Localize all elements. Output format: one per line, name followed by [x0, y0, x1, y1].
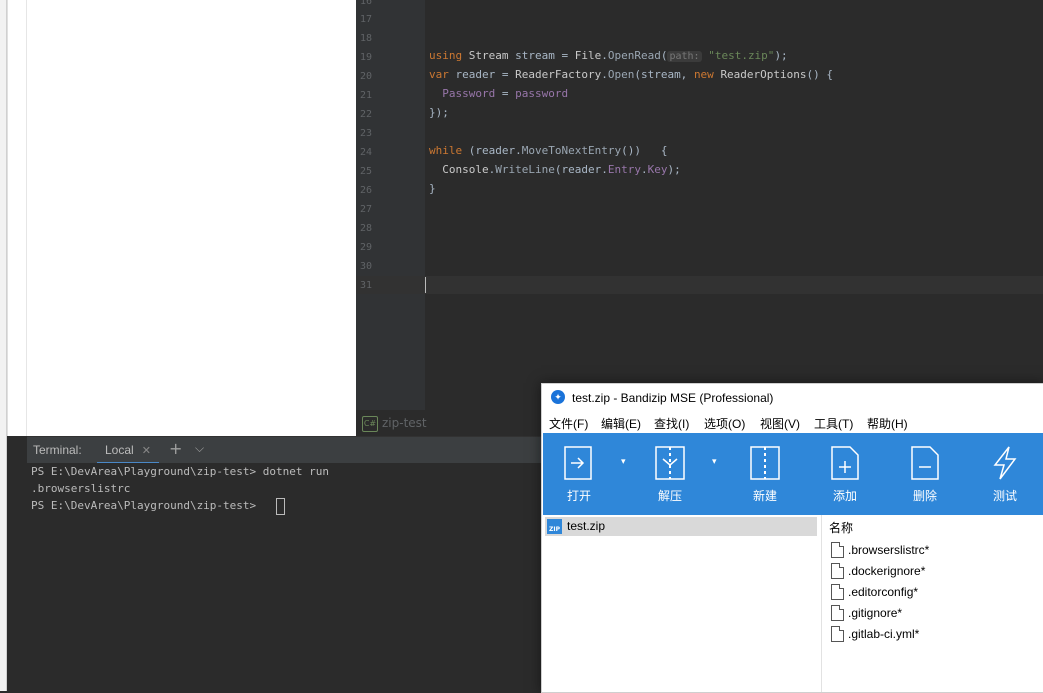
add-file-icon [831, 446, 859, 480]
text-cursor [425, 277, 426, 293]
list-item[interactable]: .browserslistrc* [831, 540, 929, 560]
terminal-cursor [276, 498, 285, 515]
open-label: 打开 [566, 489, 591, 503]
line-number: 25 [359, 166, 372, 177]
code-line-21[interactable]: Password = password [429, 87, 568, 100]
tree-item-label: test.zip [567, 519, 606, 533]
chevron-down-icon[interactable]: ▾ [621, 457, 626, 467]
left-tool-strip [0, 0, 7, 691]
file-name: .editorconfig* [848, 585, 919, 599]
list-item[interactable]: .editorconfig* [831, 582, 918, 602]
line-number: 31 [359, 280, 372, 291]
line-number: 30 [359, 261, 372, 272]
lightning-icon [993, 446, 1017, 480]
archive-tree[interactable]: ZIP test.zip [543, 515, 822, 692]
add-label: 添加 [832, 489, 857, 503]
bandizip-logo-icon: ✦ [551, 390, 565, 404]
line-number: 26 [359, 185, 372, 196]
zip-file-icon: ZIP [547, 519, 562, 534]
menu-view[interactable]: 视图(V) [760, 415, 800, 432]
delete-file-icon [911, 446, 939, 480]
file-icon [831, 584, 844, 600]
delete-button[interactable]: 删除 [895, 445, 955, 509]
file-name: .gitignore* [848, 606, 903, 620]
menu-file[interactable]: 文件(F) [549, 415, 588, 432]
bandizip-window[interactable]: ✦ test.zip - Bandizip MSE (Professional)… [541, 383, 1043, 693]
project-panel [7, 0, 356, 436]
file-icon [831, 626, 844, 642]
file-list[interactable]: 名称 .browserslistrc* .dockerignore* .edit… [823, 515, 1043, 692]
file-icon [831, 542, 844, 558]
new-archive-icon [750, 446, 780, 480]
line-number: 27 [359, 204, 372, 215]
code-line-19[interactable]: using Stream stream = File.OpenRead(path… [429, 49, 788, 62]
menu-help[interactable]: 帮助(H) [867, 415, 908, 432]
code-line-22[interactable]: }); [429, 106, 449, 119]
menu-find[interactable]: 查找(I) [654, 415, 689, 432]
line-number: 16 [359, 0, 372, 7]
delete-label: 删除 [912, 489, 937, 503]
line-number: 23 [359, 128, 372, 139]
code-lines[interactable]: using Stream stream = File.OpenRead(path… [425, 0, 1043, 410]
breadcrumb-file[interactable]: zip-test [382, 416, 427, 430]
test-label: 测试 [992, 489, 1017, 503]
list-item[interactable]: .gitignore* [831, 603, 902, 623]
terminal-title: Terminal: [33, 443, 82, 457]
tree-item-selected[interactable]: ZIP test.zip [545, 517, 817, 536]
terminal-line: PS E:\DevArea\Playground\zip-test> [31, 499, 263, 512]
close-icon[interactable]: ✕ [142, 444, 151, 457]
file-icon [831, 563, 844, 579]
code-line-26[interactable]: } [429, 182, 436, 195]
toolbar: 打开 ▾ 解压 ▾ 新建 添加 删除 测试 [543, 433, 1043, 515]
list-item[interactable]: .dockerignore* [831, 561, 925, 581]
open-icon [564, 446, 592, 480]
file-name: .browserslistrc* [848, 543, 930, 557]
add-tab-icon[interactable]: + [169, 439, 182, 458]
line-number: 18 [359, 33, 372, 44]
menu-tools[interactable]: 工具(T) [814, 415, 853, 432]
bandizip-titlebar[interactable]: ✦ test.zip - Bandizip MSE (Professional) [542, 384, 1043, 411]
file-name: .dockerignore* [848, 564, 926, 578]
tab-local[interactable]: Local ✕ [97, 437, 159, 464]
line-number: 21 [359, 90, 372, 101]
menu-edit[interactable]: 编辑(E) [601, 415, 641, 432]
add-button[interactable]: 添加 [815, 445, 875, 509]
line-number: 19 [359, 52, 372, 63]
terminal-line: PS E:\DevArea\Playground\zip-test> dotne… [31, 465, 330, 478]
window-title: test.zip - Bandizip MSE (Professional) [572, 391, 774, 405]
line-number: 28 [359, 223, 372, 234]
extract-label: 解压 [657, 489, 682, 503]
line-number: 22 [359, 109, 372, 120]
open-button[interactable]: 打开 [549, 445, 609, 509]
extract-icon [655, 446, 685, 480]
menu-options[interactable]: 选项(O) [704, 415, 745, 432]
list-item[interactable]: .gitlab-ci.yml* [831, 624, 919, 644]
chevron-down-icon[interactable]: ▾ [712, 457, 717, 467]
csharp-file-icon: C# [362, 416, 378, 432]
code-line-25[interactable]: Console.WriteLine(reader.Entry.Key); [429, 163, 680, 176]
test-button[interactable]: 测试 [975, 445, 1035, 509]
column-header-name[interactable]: 名称 [829, 519, 853, 536]
tab-local-label: Local [105, 443, 134, 457]
panel-splitter[interactable] [26, 0, 27, 436]
line-number: 20 [359, 71, 372, 82]
new-label: 新建 [752, 489, 777, 503]
line-number: 29 [359, 242, 372, 253]
extract-button[interactable]: 解压 [640, 445, 700, 509]
code-line-20[interactable]: var reader = ReaderFactory.Open(stream, … [429, 68, 833, 81]
line-number: 17 [359, 14, 372, 25]
code-line-24[interactable]: while (reader.MoveToNextEntry()) { [429, 144, 667, 157]
file-name: .gitlab-ci.yml* [848, 627, 920, 641]
file-icon [831, 605, 844, 621]
terminal-line: .browserslistrc [31, 482, 131, 495]
new-button[interactable]: 新建 [735, 445, 795, 509]
line-number: 24 [359, 147, 372, 158]
chevron-down-icon[interactable]: ⌵ [195, 441, 204, 456]
menu-bar: 文件(F) 编辑(E) 查找(I) 选项(O) 视图(V) 工具(T) 帮助(H… [542, 411, 1043, 433]
